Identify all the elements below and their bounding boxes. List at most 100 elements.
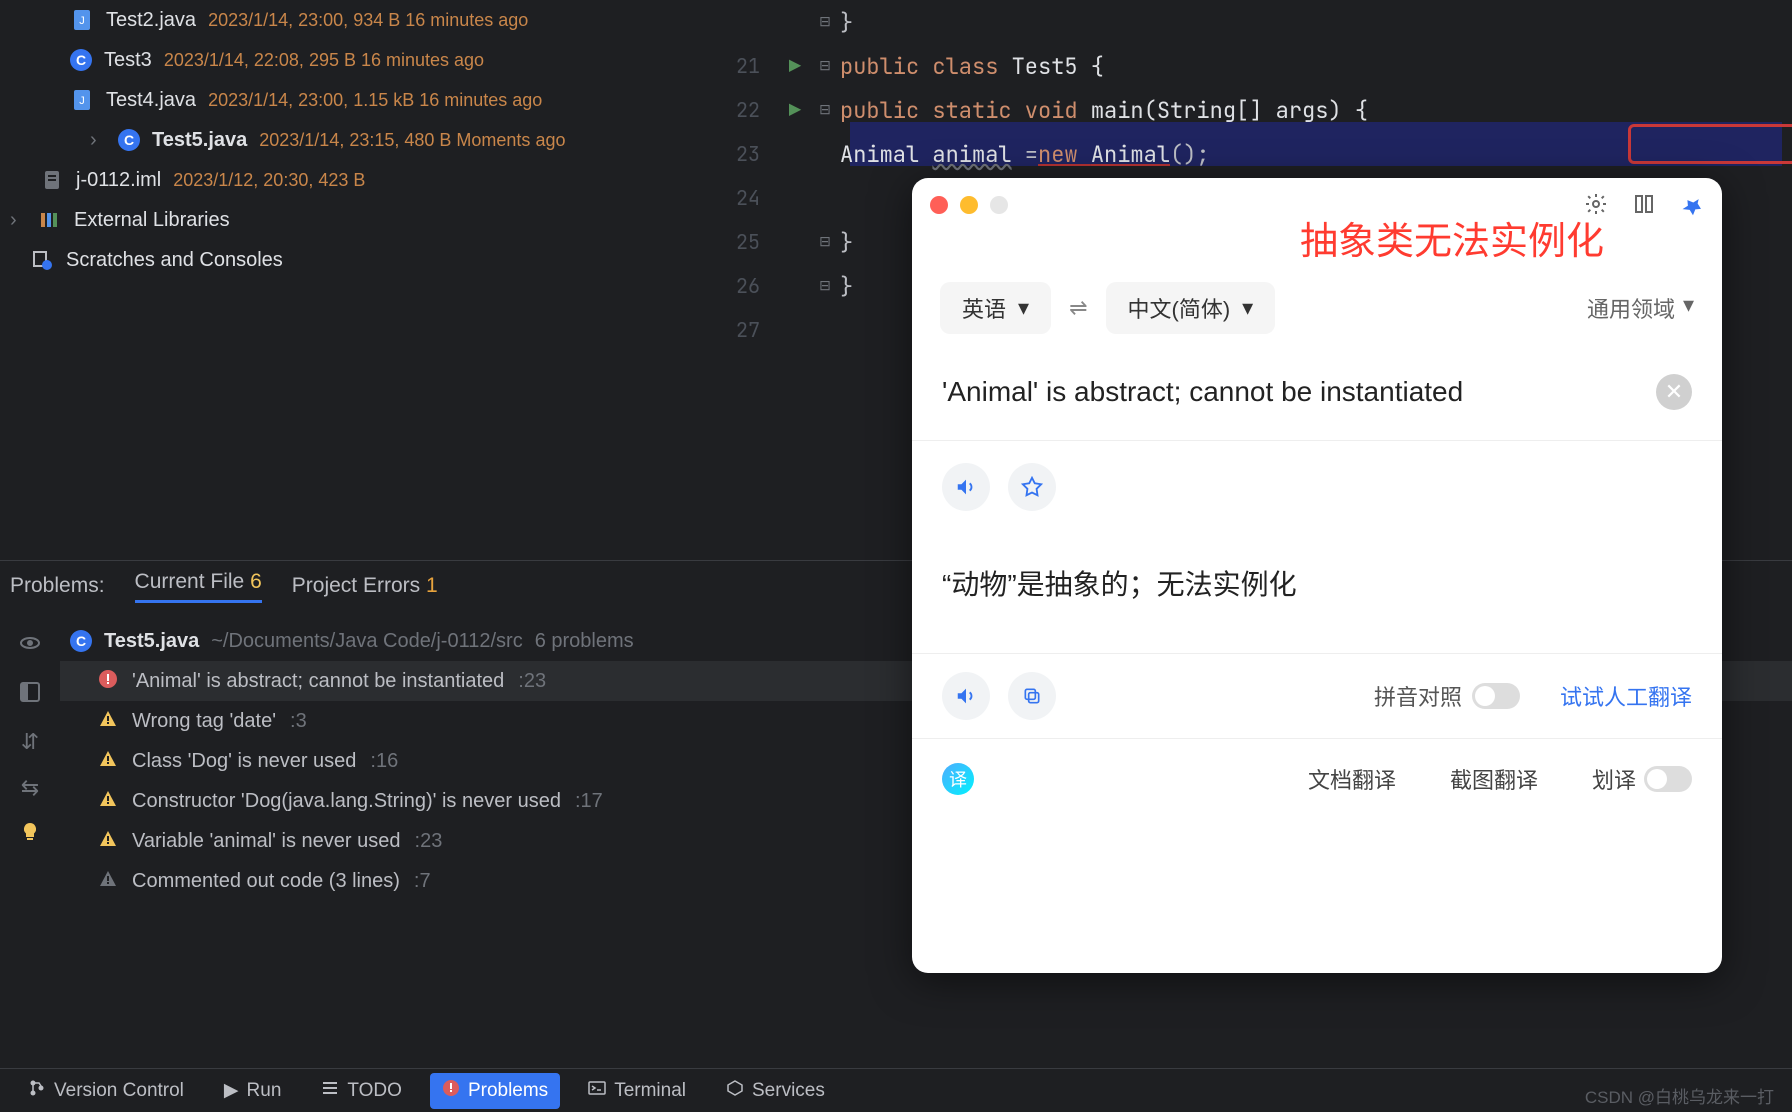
toolbar-problems[interactable]: Problems [430, 1073, 560, 1109]
src-lang-select[interactable]: 英语 ▾ [940, 282, 1051, 334]
tab-current-file[interactable]: Current File 6 [135, 570, 262, 603]
err-severity-icon [98, 669, 118, 694]
weak-severity-icon [98, 869, 118, 894]
code-line[interactable]: 21▶⊟public class Test5 { [720, 44, 1792, 88]
problem-text: Commented out code (3 lines) [132, 870, 400, 893]
chevron-down-icon: ▾ [1018, 295, 1029, 321]
problem-text: 'Animal' is abstract; cannot be instanti… [132, 670, 504, 693]
line-number: 27 [720, 317, 780, 343]
file-test3[interactable]: C Test3 2023/1/14, 22:08, 295 B 16 minut… [0, 40, 720, 80]
project-tree[interactable]: J Test2.java 2023/1/14, 23:00, 934 B 16 … [0, 0, 720, 560]
file-name: Test5.java [152, 129, 247, 152]
line-number: 24 [720, 185, 780, 211]
services-icon [726, 1079, 744, 1103]
code-line[interactable]: 22▶⊟ public static void main(String[] ar… [720, 88, 1792, 132]
translation-text: “动物”是抽象的；无法实例化 [912, 533, 1722, 653]
warn-severity-icon [98, 829, 118, 854]
code-content[interactable]: } [840, 8, 1792, 37]
favorite-icon[interactable] [1008, 463, 1056, 511]
tgt-lang-select[interactable]: 中文(简体) ▾ [1106, 282, 1276, 334]
problem-location: :7 [414, 870, 431, 893]
problem-text: Class 'Dog' is never used [132, 750, 356, 773]
domain-select[interactable]: 通用领域 ▾ [1587, 292, 1694, 324]
iml-file-icon [40, 168, 64, 192]
run-gutter-icon[interactable]: ▶ [780, 53, 810, 79]
tab-project-errors[interactable]: Project Errors 1 [292, 574, 438, 598]
problem-text: Variable 'animal' is never used [132, 830, 401, 853]
doc-translate-link[interactable]: 文档翻译 [1308, 763, 1396, 795]
code-line[interactable]: 23 Animal animal =new Animal(); [720, 132, 1792, 176]
toggle-switch[interactable] [1644, 766, 1692, 792]
fold-gutter-icon[interactable]: ⊟ [810, 101, 840, 119]
file-name: j-0112.iml [76, 169, 161, 192]
toolbar-run[interactable]: ▶Run [212, 1073, 293, 1109]
clear-text-icon[interactable]: ✕ [1656, 374, 1692, 410]
file-test5[interactable]: › C Test5.java 2023/1/14, 23:15, 480 B M… [0, 120, 720, 160]
code-content[interactable]: public class Test5 { [840, 52, 1792, 81]
view-icon[interactable] [18, 631, 42, 661]
collapse-all-icon[interactable]: ⇆ [21, 775, 39, 801]
file-meta: 2023/1/12, 20:30, 423 B [173, 170, 365, 191]
file-test4[interactable]: J Test4.java 2023/1/14, 23:00, 1.15 kB 1… [0, 80, 720, 120]
speak-translation-icon[interactable] [942, 672, 990, 720]
file-name: Test3 [104, 49, 152, 72]
line-number: 25 [720, 229, 780, 255]
hover-translate-toggle[interactable]: 划译 [1592, 763, 1692, 795]
toolbar-todo[interactable]: TODO [309, 1073, 414, 1109]
warn-severity-icon [98, 789, 118, 814]
problem-location: :3 [290, 710, 307, 733]
toolbar-vc[interactable]: Version Control [16, 1073, 196, 1109]
problem-location: :23 [518, 670, 546, 693]
label: Scratches and Consoles [66, 249, 283, 272]
problems-icon [442, 1079, 460, 1103]
file-name: Test2.java [106, 9, 196, 32]
translator-popup: 英语 ▾ ⇌ 中文(简体) ▾ 通用领域 ▾ 'Animal' is abstr… [912, 178, 1722, 973]
expand-arrow-icon[interactable]: › [10, 209, 26, 232]
chevron-down-icon: ▾ [1242, 295, 1253, 321]
layout-icon[interactable] [19, 681, 41, 709]
code-line[interactable]: ⊟} [720, 0, 1792, 44]
copy-translation-icon[interactable] [1008, 672, 1056, 720]
fold-gutter-icon[interactable]: ⊟ [810, 57, 840, 75]
toggle-switch[interactable] [1472, 683, 1520, 709]
scratches-consoles[interactable]: Scratches and Consoles [0, 240, 720, 280]
run-gutter-icon[interactable]: ▶ [780, 97, 810, 123]
file-meta: 2023/1/14, 23:15, 480 B Moments ago [259, 130, 565, 151]
problems-gutter: ⇵ ⇆ [0, 611, 60, 901]
scratch-icon [30, 248, 54, 272]
fold-gutter-icon[interactable]: ⊟ [810, 233, 840, 251]
terminal-icon [588, 1079, 606, 1103]
pinyin-toggle[interactable]: 拼音对照 [1374, 680, 1520, 712]
problem-location: :16 [370, 750, 398, 773]
file-iml[interactable]: j-0112.iml 2023/1/12, 20:30, 423 B [0, 160, 720, 200]
class-icon: C [70, 630, 92, 652]
warn-severity-icon [98, 749, 118, 774]
problem-location: :17 [575, 790, 603, 813]
expand-all-icon[interactable]: ⇵ [21, 729, 39, 755]
swap-languages-icon[interactable]: ⇌ [1069, 295, 1087, 321]
toolbar-services[interactable]: Services [714, 1073, 837, 1109]
line-number: 26 [720, 273, 780, 299]
file-meta: 2023/1/14, 23:00, 934 B 16 minutes ago [208, 10, 528, 31]
fold-gutter-icon[interactable]: ⊟ [810, 277, 840, 295]
problems-label: Problems: [10, 574, 105, 598]
expand-arrow-icon[interactable]: › [90, 129, 106, 152]
try-human-link[interactable]: 试试人工翻译 [1560, 680, 1692, 712]
maximize-window-icon[interactable] [990, 196, 1008, 214]
minimize-window-icon[interactable] [960, 196, 978, 214]
toolbar-terminal[interactable]: Terminal [576, 1073, 698, 1109]
close-window-icon[interactable] [930, 196, 948, 214]
intention-bulb-icon[interactable] [19, 821, 41, 849]
problem-text: Constructor 'Dog(java.lang.String)' is n… [132, 790, 561, 813]
screenshot-translate-link[interactable]: 截图翻译 [1450, 763, 1538, 795]
svg-text:J: J [79, 15, 85, 27]
class-icon: C [70, 49, 92, 71]
speak-source-icon[interactable] [942, 463, 990, 511]
code-content[interactable]: public static void main(String[] args) { [840, 96, 1792, 125]
code-content[interactable]: Animal animal =new Animal(); [840, 140, 1792, 169]
fold-gutter-icon[interactable]: ⊟ [810, 13, 840, 31]
external-libraries[interactable]: › External Libraries [0, 200, 720, 240]
label: External Libraries [74, 209, 230, 232]
file-test2[interactable]: J Test2.java 2023/1/14, 23:00, 934 B 16 … [0, 0, 720, 40]
source-text[interactable]: 'Animal' is abstract; cannot be instanti… [942, 376, 1636, 408]
